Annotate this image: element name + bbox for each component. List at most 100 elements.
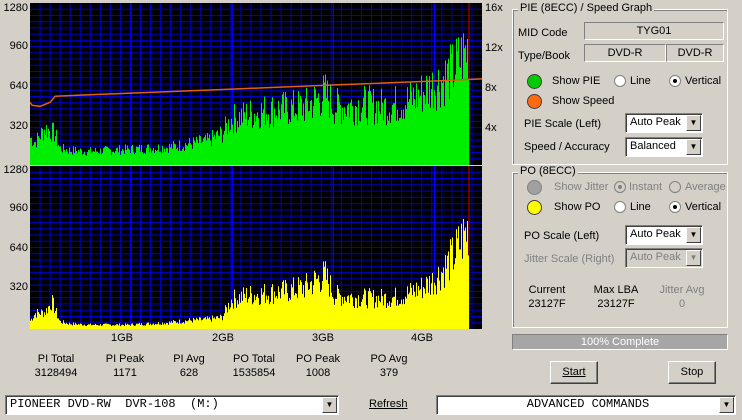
pie-bar (75, 147, 76, 165)
show-pie-label[interactable]: Show PIE (552, 75, 600, 87)
po-bar (361, 301, 362, 329)
chevron-down-icon[interactable]: ▼ (686, 115, 701, 131)
chevron-down-icon[interactable]: ▼ (686, 139, 701, 155)
show-po-label[interactable]: Show PO (554, 201, 600, 213)
pie-bar (335, 112, 336, 165)
po-bar (375, 302, 376, 329)
pie-color-swatch[interactable] (527, 74, 542, 89)
pie-bar (358, 100, 359, 165)
chevron-down-icon[interactable]: ▼ (719, 397, 734, 413)
pie-bar (91, 152, 92, 165)
pie-bar (311, 99, 312, 165)
pie-bar (132, 144, 133, 165)
pie-bar (419, 97, 420, 165)
max-lba-value: 23127F (597, 298, 635, 310)
po-vertical-radio[interactable] (669, 201, 681, 213)
jitter-scale-value: Auto Peak (630, 251, 681, 263)
pie-bar (51, 141, 52, 165)
po-bar (71, 324, 72, 329)
po-bar (409, 292, 410, 329)
pie-bar (117, 147, 118, 165)
advanced-commands-select[interactable]: ADVANCED COMMANDS ▼ (436, 395, 736, 415)
po-bar (96, 324, 97, 329)
stat-pi-peak: PI Peak 1171 (98, 352, 152, 380)
show-speed-label[interactable]: Show Speed (552, 95, 614, 107)
current-value: 23127F (528, 298, 566, 310)
pie-line-radio[interactable] (614, 75, 626, 87)
stat-value: 1535854 (232, 367, 276, 379)
chevron-down-icon[interactable]: ▼ (322, 397, 337, 413)
po-bar (323, 261, 324, 329)
po-bar (251, 293, 252, 329)
po-bar (241, 291, 242, 329)
pie-bar (102, 152, 103, 165)
pie-bar (306, 87, 307, 165)
pie-scale-select[interactable]: Auto Peak ▼ (625, 113, 703, 133)
x-tick-3gb: 3GB (311, 332, 334, 344)
start-button[interactable]: Start (550, 361, 598, 384)
po-bar (246, 288, 247, 329)
pie-bar (408, 102, 409, 165)
pie-bar (290, 121, 291, 165)
speed-color-swatch[interactable] (527, 94, 542, 109)
pie-bar (353, 121, 354, 165)
speed-accuracy-label: Speed / Accuracy (524, 141, 610, 153)
refresh-link[interactable]: Refresh (369, 398, 408, 410)
pie-bar (35, 141, 36, 165)
chevron-down-icon[interactable]: ▼ (686, 227, 701, 243)
po-bar (363, 294, 364, 329)
po-bar (366, 304, 367, 329)
po-bar (290, 299, 291, 329)
po-bar (414, 291, 415, 329)
po-bar (341, 305, 342, 329)
pie-scale-value: Auto Peak (630, 116, 681, 128)
pie-bar (238, 127, 239, 165)
pie-bar (357, 124, 358, 165)
mid-code-label: MID Code (518, 27, 568, 39)
po-bar (111, 326, 112, 329)
po-bar (435, 285, 436, 329)
pie-bar (416, 83, 417, 165)
po-bar (307, 282, 308, 329)
po-bar (322, 281, 323, 329)
pie-bar (122, 148, 123, 165)
pie-bar (90, 147, 91, 165)
pie-bar (298, 91, 299, 165)
pie-bar (202, 141, 203, 165)
po-scale-select[interactable]: Auto Peak ▼ (625, 225, 703, 245)
jitter-scale-label: Jitter Scale (Right) (524, 253, 615, 265)
pie-bar (330, 84, 331, 165)
pie-vertical-radio[interactable] (669, 75, 681, 87)
pie-bar (446, 80, 447, 165)
po-bar (31, 318, 32, 329)
pie-bar (394, 103, 395, 165)
pie-bar (431, 89, 432, 165)
pie-bar (275, 117, 276, 165)
speed-tick-12x: 12x (485, 42, 503, 54)
po-bar (380, 302, 381, 329)
pie-bar (411, 91, 412, 165)
po-line-radio[interactable] (614, 201, 626, 213)
po-bar (172, 322, 173, 329)
po-bar (278, 286, 279, 329)
po-color-swatch[interactable] (527, 200, 542, 215)
stop-button[interactable]: Stop (668, 361, 716, 384)
po-bar (220, 314, 221, 329)
po-bar (285, 279, 286, 329)
pie-bar (59, 146, 60, 165)
pie-bar (448, 58, 449, 165)
pie-bar (279, 109, 280, 165)
pie-bar (76, 151, 77, 165)
pie-bar (314, 86, 315, 165)
po-bar (349, 303, 350, 329)
po-bar (280, 298, 281, 329)
speed-accuracy-select[interactable]: Balanced ▼ (625, 137, 703, 157)
po-bar (81, 323, 82, 329)
drive-select[interactable]: PIONEER DVD-RW DVR-108 (M:) ▼ (5, 395, 339, 415)
po-bar (190, 320, 191, 329)
po-y-tick-320: 320 (9, 281, 28, 293)
pie-bar (347, 105, 348, 165)
pie-bar (68, 153, 69, 165)
pie-bar (381, 88, 382, 165)
pie-bar (373, 88, 374, 165)
